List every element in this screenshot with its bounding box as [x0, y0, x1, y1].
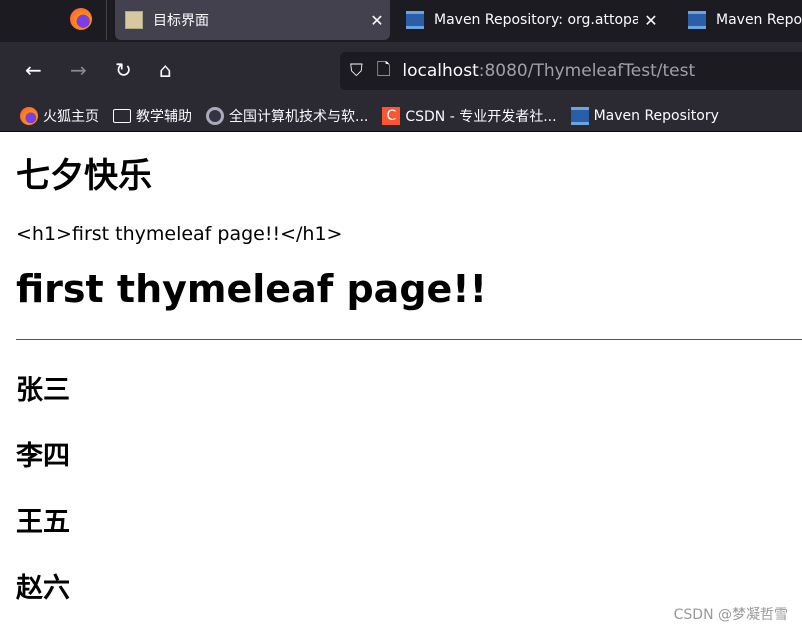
bookmark-item[interactable]: 火狐主页 — [20, 106, 99, 126]
tab-bar: 目标界面 ✕ Maven Repository: org.attopa ✕ Ma… — [0, 0, 802, 42]
page-title: 七夕快乐 — [16, 156, 152, 196]
csdn-icon: C — [382, 106, 401, 125]
page-content: 七夕快乐 <h1>first thymeleaf page!!</h1> fir… — [16, 132, 802, 604]
bookmark-item[interactable]: Maven Repository — [570, 106, 719, 125]
name-item: 王五 — [16, 507, 70, 538]
tomcat-icon — [125, 11, 143, 29]
watermark: CSDN @梦凝哲雪 — [673, 607, 788, 623]
tab-active[interactable]: 目标界面 ✕ — [115, 0, 390, 40]
page-icon: 🗋 — [376, 59, 391, 80]
reload-icon[interactable]: ↻ — [115, 59, 132, 81]
bookmark-item[interactable]: 教学辅助 — [113, 106, 192, 126]
folder-icon — [113, 108, 131, 123]
divider — [16, 339, 802, 340]
maven-icon — [688, 11, 706, 29]
maven-icon — [406, 11, 424, 29]
firefox-icon — [20, 106, 38, 125]
shield-icon[interactable]: ⛉ — [350, 61, 363, 81]
tab-maven-2[interactable]: Maven Repo — [688, 0, 802, 40]
page-heading: first thymeleaf page!! — [16, 267, 487, 311]
site-icon — [206, 106, 224, 125]
nav-bar: ← → ↻ ⌂ ⛉ 🗋 localhost:8080/ThymeleafTest… — [0, 42, 802, 100]
forward-icon[interactable]: → — [70, 59, 87, 81]
name-item: 赵六 — [16, 573, 70, 604]
back-icon[interactable]: ← — [25, 59, 42, 81]
bookmark-item[interactable]: C CSDN - 专业开发者社... — [382, 106, 557, 126]
name-item: 张三 — [16, 375, 70, 406]
name-item: 李四 — [16, 441, 70, 472]
close-tab-icon[interactable]: ✕ — [638, 11, 664, 30]
url-bar[interactable]: ⛉ 🗋 localhost:8080/ThymeleafTest/test — [340, 52, 802, 90]
bookmark-item[interactable]: 全国计算机技术与软... — [206, 106, 368, 126]
bookmarks-bar: 火狐主页 教学辅助 全国计算机技术与软... C CSDN - 专业开发者社...… — [0, 100, 802, 132]
home-icon[interactable]: ⌂ — [159, 59, 172, 81]
close-tab-icon[interactable]: ✕ — [364, 11, 390, 30]
maven-icon — [570, 106, 589, 125]
raw-text: <h1>first thymeleaf page!!</h1> — [16, 223, 343, 245]
divider — [106, 0, 107, 40]
firefox-icon[interactable] — [70, 8, 92, 30]
tab-maven-1[interactable]: Maven Repository: org.attopa ✕ — [406, 0, 664, 40]
